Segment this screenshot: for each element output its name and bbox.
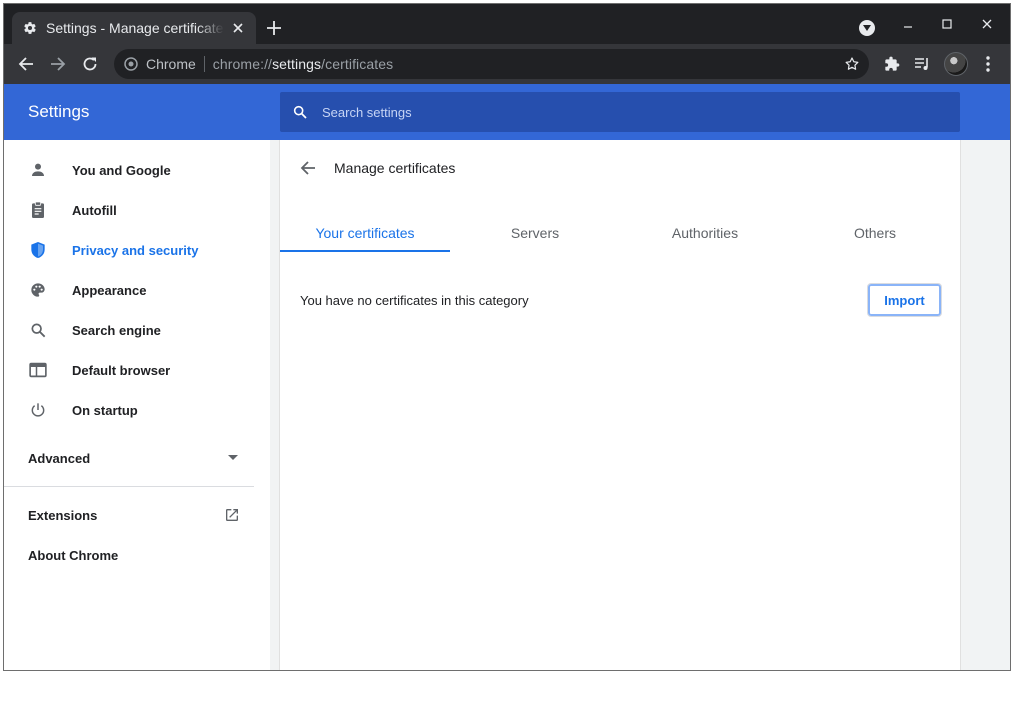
sidebar: You and Google Autofill Privacy and secu… <box>4 140 270 670</box>
sidebar-item-you-and-google[interactable]: You and Google <box>4 150 270 190</box>
tab-strip: Settings - Manage certificates <box>4 4 1010 44</box>
url-text: chrome://settings/certificates <box>213 56 393 72</box>
power-icon <box>28 400 48 420</box>
minimize-icon[interactable] <box>898 14 918 34</box>
settings-header: Settings <box>4 84 1010 140</box>
back-arrow-icon[interactable] <box>14 52 38 76</box>
person-icon <box>28 160 48 180</box>
right-gutter <box>961 140 1010 670</box>
omnibox[interactable]: Chrome chrome://settings/certificates <box>114 49 869 79</box>
chrome-logo-icon <box>124 57 138 71</box>
tab-search-icon[interactable] <box>859 20 875 36</box>
sidebar-item-autofill[interactable]: Autofill <box>4 190 270 230</box>
new-tab-icon[interactable] <box>264 18 284 38</box>
url-host: settings <box>272 56 322 72</box>
open-in-new-icon <box>226 509 238 521</box>
url-scheme: chrome:// <box>212 56 273 72</box>
browser-window-icon <box>28 360 48 380</box>
extensions-label: Extensions <box>28 507 98 523</box>
card-header: Manage certificates <box>280 140 960 196</box>
sidebar-item-label: On startup <box>72 402 138 418</box>
page-title: Manage certificates <box>334 160 456 176</box>
browser-toolbar: Chrome chrome://settings/certificates <box>4 44 1010 84</box>
certificate-tabs: Your certificates Servers Authorities Ot… <box>280 214 960 252</box>
extensions-icon[interactable] <box>880 52 904 76</box>
sidebar-item-appearance[interactable]: Appearance <box>4 270 270 310</box>
empty-message: You have no certificates in this categor… <box>300 292 529 308</box>
omnibox-chip-label: Chrome <box>146 56 196 72</box>
sidebar-item-default-browser[interactable]: Default browser <box>4 350 270 390</box>
advanced-label: Advanced <box>28 450 91 466</box>
sidebar-item-label: You and Google <box>72 162 171 178</box>
browser-window: Settings - Manage certificates Chrome ch… <box>3 3 1011 671</box>
search-icon <box>28 320 48 340</box>
tab-others[interactable]: Others <box>790 214 960 252</box>
clipboard-icon <box>28 200 48 220</box>
sidebar-item-on-startup[interactable]: On startup <box>4 390 270 430</box>
tab-servers[interactable]: Servers <box>450 214 620 252</box>
url-path: /certificates <box>321 56 394 72</box>
settings-search[interactable] <box>280 92 960 132</box>
window-close-icon[interactable] <box>977 14 997 34</box>
tab-your-certificates[interactable]: Your certificates <box>280 214 450 252</box>
about-chrome-label: About Chrome <box>28 547 119 563</box>
sidebar-item-label: Privacy and security <box>72 242 199 258</box>
sidebar-item-privacy-and-security[interactable]: Privacy and security <box>4 230 270 270</box>
gear-icon <box>22 20 38 36</box>
sidebar-item-about-chrome[interactable]: About Chrome <box>28 537 240 573</box>
search-input[interactable] <box>322 104 922 120</box>
settings-title: Settings <box>28 102 90 121</box>
sidebar-divider <box>4 486 254 487</box>
sidebar-item-label: Autofill <box>72 202 117 218</box>
reload-icon[interactable] <box>78 52 102 76</box>
search-icon <box>293 105 307 119</box>
close-icon[interactable] <box>230 20 246 36</box>
omnibox-separator <box>203 56 205 72</box>
browser-tab[interactable]: Settings - Manage certificates <box>12 12 256 44</box>
certificate-list: You have no certificates in this categor… <box>300 283 942 317</box>
main-card: Manage certificates Your certificates Se… <box>279 140 961 670</box>
chevron-down-icon <box>228 455 238 460</box>
back-arrow-icon[interactable] <box>298 158 318 178</box>
bookmark-star-icon[interactable] <box>840 52 864 76</box>
palette-icon <box>28 280 48 300</box>
tab-authorities[interactable]: Authorities <box>620 214 790 252</box>
kebab-menu-icon[interactable] <box>976 52 1000 76</box>
maximize-icon[interactable] <box>937 14 957 34</box>
sidebar-item-label: Search engine <box>72 322 161 338</box>
avatar[interactable] <box>944 52 968 76</box>
forward-arrow-icon[interactable] <box>46 52 70 76</box>
sidebar-item-label: Default browser <box>72 362 171 378</box>
advanced-toggle[interactable]: Advanced <box>28 440 238 476</box>
media-control-icon[interactable] <box>910 52 934 76</box>
sidebar-item-search-engine[interactable]: Search engine <box>4 310 270 350</box>
sidebar-item-label: Appearance <box>72 282 147 298</box>
shield-icon <box>28 240 48 260</box>
sidebar-item-extensions[interactable]: Extensions <box>28 497 240 533</box>
import-button[interactable]: Import <box>867 283 942 317</box>
tab-title: Settings - Manage certificates <box>46 20 224 36</box>
